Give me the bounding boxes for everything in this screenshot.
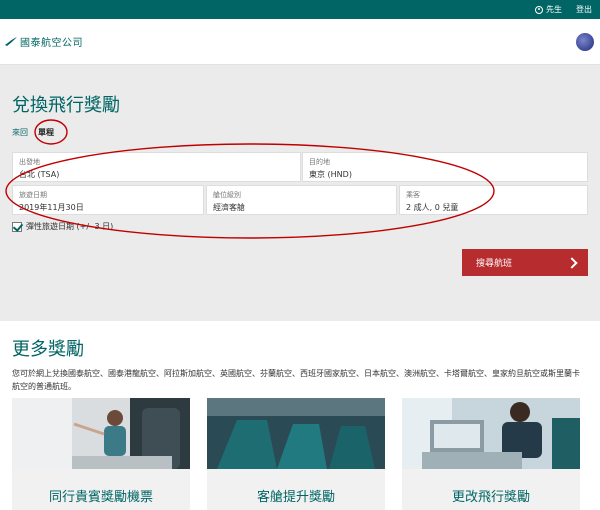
more-rewards-section: 更多獎勵 您可於網上兌換國泰航空、國泰港龍航空、阿拉斯加航空、英國航空、芬蘭航空… bbox=[12, 321, 588, 393]
user-menu[interactable]: 先生 bbox=[535, 4, 562, 15]
flexible-dates-checkbox[interactable] bbox=[12, 221, 22, 232]
upgrade-award-title: 客艙提升獎勵 bbox=[256, 490, 335, 505]
logout-link[interactable]: 登出 bbox=[576, 4, 592, 15]
more-rewards-description: 您可於網上兌換國泰航空、國泰港龍航空、阿拉斯加航空、英國航空、芬蘭航空、西班牙國… bbox=[12, 369, 580, 391]
user-icon bbox=[535, 5, 543, 14]
page-title: 兌換飛行獎勵 bbox=[12, 95, 120, 116]
cabin-class-value: 經濟客艙 bbox=[213, 203, 245, 212]
reward-cards: 同行貴賓獎勵機票 客艙提升獎勵 更改飛行獎勵 bbox=[12, 398, 580, 510]
destination-value: 東京 (HND) bbox=[309, 170, 352, 179]
search-flights-label: 搜尋航班 bbox=[476, 259, 513, 269]
logout-label: 登出 bbox=[576, 5, 592, 14]
passengers-label: 乘客 bbox=[406, 191, 420, 199]
passengers-field[interactable]: 乘客 2 成人, 0 兒童 bbox=[399, 185, 588, 215]
change-award-title: 更改飛行獎勵 bbox=[451, 490, 530, 505]
chevron-right-icon bbox=[566, 256, 578, 269]
redeem-booking-panel: 兌換飛行獎勵 來回 單程 出發地 台北 (TSA) 目的地 東京 (HND) 旅… bbox=[0, 65, 600, 321]
site-header: 國泰航空公司 bbox=[0, 19, 600, 65]
upgrade-award-card[interactable]: 客艙提升獎勵 bbox=[207, 398, 385, 510]
origin-field[interactable]: 出發地 台北 (TSA) bbox=[12, 152, 301, 182]
top-bar: 先生 登出 bbox=[0, 0, 600, 19]
travel-date-value: 2019年11月30日 bbox=[19, 203, 84, 212]
origin-label: 出發地 bbox=[19, 158, 40, 166]
more-rewards-title: 更多獎勵 bbox=[12, 339, 84, 360]
travel-date-label: 旅遊日期 bbox=[19, 191, 47, 199]
cabin-class-label: 艙位級別 bbox=[213, 191, 241, 199]
home-logo-link[interactable]: 國泰航空公司 bbox=[4, 34, 83, 49]
trip-type-tabs: 來回 單程 bbox=[12, 127, 54, 138]
tab-one-way[interactable]: 單程 bbox=[38, 127, 54, 138]
brushwing-logo-icon bbox=[5, 36, 17, 46]
logo-text: 國泰航空公司 bbox=[20, 38, 83, 49]
destination-label: 目的地 bbox=[309, 158, 330, 166]
tab-round-trip[interactable]: 來回 bbox=[12, 127, 28, 138]
cabin-class-field[interactable]: 艙位級別 經濟客艙 bbox=[206, 185, 397, 215]
passengers-value: 2 成人, 0 兒童 bbox=[406, 203, 459, 212]
search-flights-button[interactable]: 搜尋航班 bbox=[462, 249, 588, 276]
user-name: 先生 bbox=[546, 5, 562, 14]
companion-award-title: 同行貴賓獎勵機票 bbox=[48, 490, 153, 505]
origin-value: 台北 (TSA) bbox=[19, 170, 60, 179]
change-award-card[interactable]: 更改飛行獎勵 bbox=[402, 398, 580, 510]
cabin-passenger-photo bbox=[12, 398, 190, 469]
companion-award-card[interactable]: 同行貴賓獎勵機票 bbox=[12, 398, 190, 510]
travel-date-field[interactable]: 旅遊日期 2019年11月30日 bbox=[12, 185, 204, 215]
destination-field[interactable]: 目的地 東京 (HND) bbox=[302, 152, 588, 182]
laptop-passenger-photo bbox=[402, 398, 580, 469]
cabin-seats-photo bbox=[207, 398, 385, 469]
flexible-dates-option: 彈性旅遊日期 (+/- 3 日) bbox=[12, 221, 113, 232]
oneworld-logo-icon bbox=[576, 33, 594, 51]
flexible-dates-label: 彈性旅遊日期 (+/- 3 日) bbox=[26, 222, 114, 231]
